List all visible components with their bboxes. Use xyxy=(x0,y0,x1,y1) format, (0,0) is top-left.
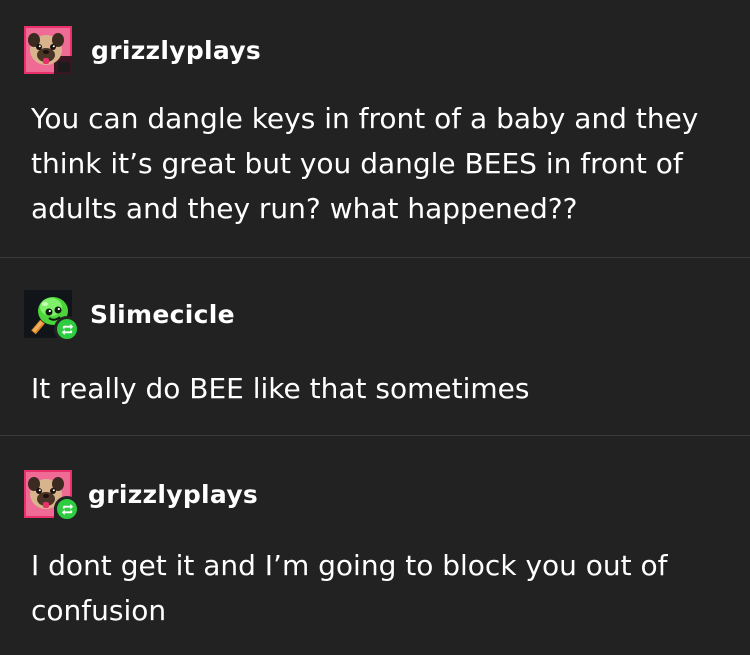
post-text: It really do BEE like that sometimes xyxy=(31,372,530,405)
post-header: grizzlyplays xyxy=(24,24,261,76)
avatar[interactable] xyxy=(24,290,80,342)
reblog-post: Slimecicle It really do BEE like that so… xyxy=(0,258,750,435)
reblog-icon xyxy=(60,322,75,337)
avatar[interactable] xyxy=(24,26,72,74)
reblog-icon xyxy=(60,502,75,517)
username[interactable]: grizzlyplays xyxy=(88,480,258,509)
post-text: I dont get it and I’m going to block you… xyxy=(31,549,668,627)
post-header: grizzlyplays xyxy=(24,468,258,522)
username[interactable]: grizzlyplays xyxy=(91,36,261,65)
reblog-post: grizzlyplays I dont get it and I’m going… xyxy=(0,436,750,655)
reblog-badge xyxy=(54,316,80,342)
pug-avatar-icon xyxy=(24,26,72,74)
post-text: You can dangle keys in front of a baby a… xyxy=(31,102,699,225)
reblog-thread: grizzlyplays You can dangle keys in fron… xyxy=(0,0,750,655)
avatar[interactable] xyxy=(24,470,80,522)
username[interactable]: Slimecicle xyxy=(90,300,235,329)
reblog-badge xyxy=(54,496,80,522)
original-post: grizzlyplays You can dangle keys in fron… xyxy=(0,0,750,257)
post-header: Slimecicle xyxy=(24,288,235,342)
